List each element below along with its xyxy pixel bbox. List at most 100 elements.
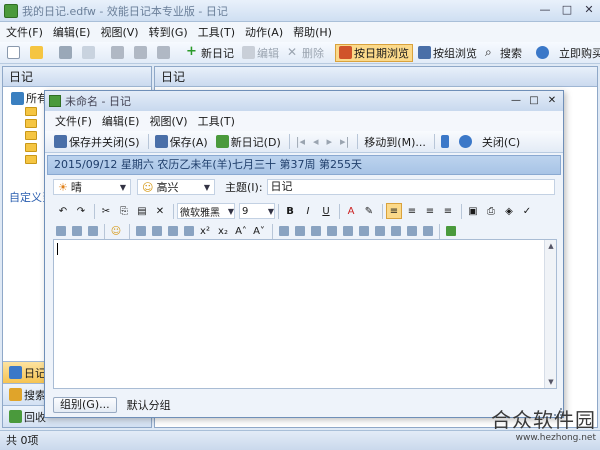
- new-file-button[interactable]: [4, 44, 25, 62]
- table-insert-icon[interactable]: [279, 226, 289, 236]
- editor-close-button[interactable]: ✕: [543, 92, 561, 108]
- menu-file[interactable]: 文件(F): [6, 24, 43, 40]
- editor-menu-tools[interactable]: 工具(T): [198, 113, 235, 129]
- editor-menu-file[interactable]: 文件(F): [55, 113, 92, 129]
- paste-icon: [157, 46, 170, 59]
- align-justify-button[interactable]: ≡: [440, 203, 456, 219]
- redo-button[interactable]: ↷: [73, 203, 89, 219]
- scroll-up-icon[interactable]: ▲: [545, 240, 557, 252]
- grow-font-button[interactable]: A˄: [233, 223, 249, 239]
- table-col-icon[interactable]: [311, 226, 321, 236]
- help-button[interactable]: [533, 44, 554, 62]
- cut-button[interactable]: [108, 44, 129, 62]
- prev-entry-button[interactable]: ◂: [310, 133, 322, 151]
- underline-button[interactable]: U: [318, 203, 334, 219]
- table-merge-icon[interactable]: [327, 226, 337, 236]
- editor-help-button[interactable]: [456, 133, 477, 151]
- font-size-select[interactable]: 9 ▼: [239, 203, 275, 219]
- next-entry-button[interactable]: ▸: [324, 133, 336, 151]
- diary-content-editor[interactable]: ▲ ▼: [53, 239, 557, 389]
- outdent-icon[interactable]: [184, 226, 194, 236]
- insert-object-button[interactable]: ◈: [501, 203, 517, 219]
- menu-tools[interactable]: 工具(T): [198, 24, 235, 40]
- editor-menu-view[interactable]: 视图(V): [149, 113, 187, 129]
- format-painter-icon[interactable]: [72, 226, 82, 236]
- emoji-button[interactable]: ☺: [108, 223, 124, 239]
- subject-input[interactable]: 日记: [266, 179, 555, 195]
- editor-scrollbar[interactable]: ▲ ▼: [544, 240, 556, 388]
- font-family-select[interactable]: 微软雅黑 ▼: [177, 203, 235, 219]
- minimize-button[interactable]: —: [534, 0, 556, 18]
- table-border-icon[interactable]: [391, 226, 401, 236]
- menu-view[interactable]: 视图(V): [100, 24, 138, 40]
- table-split-icon[interactable]: [343, 226, 353, 236]
- move-to-button[interactable]: 移动到(M)...: [361, 133, 429, 151]
- maximize-button[interactable]: □: [556, 0, 578, 18]
- last-entry-button[interactable]: ▸|: [337, 133, 352, 151]
- copy-button[interactable]: [131, 44, 152, 62]
- close-editor-button[interactable]: 关闭(C): [479, 133, 523, 151]
- undo-button[interactable]: ↶: [55, 203, 71, 219]
- chevron-down-icon: ▼: [267, 206, 274, 216]
- editor-menu-edit[interactable]: 编辑(E): [102, 113, 140, 129]
- table-delete-icon[interactable]: [359, 226, 369, 236]
- menu-edit[interactable]: 编辑(E): [53, 24, 91, 40]
- table-cell-icon[interactable]: [407, 226, 417, 236]
- paste-button[interactable]: ▤: [134, 203, 150, 219]
- copy-button[interactable]: ⎘: [116, 203, 132, 219]
- help-icon: [458, 135, 472, 148]
- first-entry-button[interactable]: |◂: [293, 133, 308, 151]
- editor-minimize-button[interactable]: —: [507, 92, 525, 108]
- buy-now-button[interactable]: 立即购买: [556, 44, 600, 62]
- paste-button[interactable]: [154, 44, 175, 62]
- edit-button[interactable]: 编辑: [239, 44, 282, 62]
- delete-button[interactable]: ✕ 删除: [284, 44, 327, 62]
- font-color-button[interactable]: A: [343, 203, 359, 219]
- open-button[interactable]: [27, 44, 48, 62]
- scroll-down-icon[interactable]: ▼: [545, 376, 557, 388]
- sun-icon: ☀: [58, 180, 68, 194]
- align-center-button[interactable]: ≡: [404, 203, 420, 219]
- save-close-button[interactable]: 保存并关闭(S): [51, 133, 143, 151]
- shrink-font-button[interactable]: A˅: [251, 223, 267, 239]
- attach-button[interactable]: [438, 133, 454, 151]
- align-right-button[interactable]: ≡: [422, 203, 438, 219]
- editor-new-diary-button[interactable]: 新日记(D): [213, 133, 284, 151]
- new-diary-button[interactable]: + 新日记: [183, 44, 237, 62]
- numbered-list-icon[interactable]: [152, 226, 162, 236]
- indent-icon[interactable]: [168, 226, 178, 236]
- find-icon[interactable]: [88, 226, 98, 236]
- weather-select[interactable]: ☀ 晴 ▼: [53, 179, 131, 195]
- menu-goto[interactable]: 转到(G): [149, 24, 188, 40]
- align-left-button[interactable]: ≡: [386, 203, 402, 219]
- menu-action[interactable]: 动作(A): [245, 24, 283, 40]
- preview-button[interactable]: [79, 44, 100, 62]
- table-props-icon[interactable]: [375, 226, 385, 236]
- table-row-icon[interactable]: [295, 226, 305, 236]
- cut-button[interactable]: ✂: [98, 203, 114, 219]
- browse-by-group-button[interactable]: 按组浏览: [415, 44, 480, 62]
- italic-button[interactable]: I: [300, 203, 316, 219]
- bullet-list-icon[interactable]: [136, 226, 146, 236]
- save-button[interactable]: 保存(A): [152, 133, 211, 151]
- table-icon[interactable]: [56, 226, 66, 236]
- editor-maximize-button[interactable]: □: [525, 92, 543, 108]
- print-button[interactable]: [56, 44, 77, 62]
- highlight-button[interactable]: ✎: [361, 203, 377, 219]
- globe-icon[interactable]: [446, 226, 456, 236]
- group-value: 默认分组: [126, 399, 171, 412]
- group-button[interactable]: 组别(G)...: [53, 397, 117, 413]
- search-button[interactable]: ⌕ 搜索: [482, 44, 525, 62]
- subscript-button[interactable]: x₂: [215, 223, 231, 239]
- superscript-button[interactable]: x²: [197, 223, 213, 239]
- table-align-icon[interactable]: [423, 226, 433, 236]
- mood-select[interactable]: ☺ 高兴 ▼: [137, 179, 215, 195]
- bold-button[interactable]: B: [282, 203, 298, 219]
- attach-button[interactable]: ⎙: [483, 203, 499, 219]
- clear-button[interactable]: ✕: [152, 203, 168, 219]
- browse-by-date-button[interactable]: 按日期浏览: [335, 43, 413, 62]
- menu-help[interactable]: 帮助(H): [293, 24, 332, 40]
- close-button[interactable]: ✕: [578, 0, 600, 18]
- insert-image-button[interactable]: ▣: [465, 203, 481, 219]
- spellcheck-button[interactable]: ✓: [519, 203, 535, 219]
